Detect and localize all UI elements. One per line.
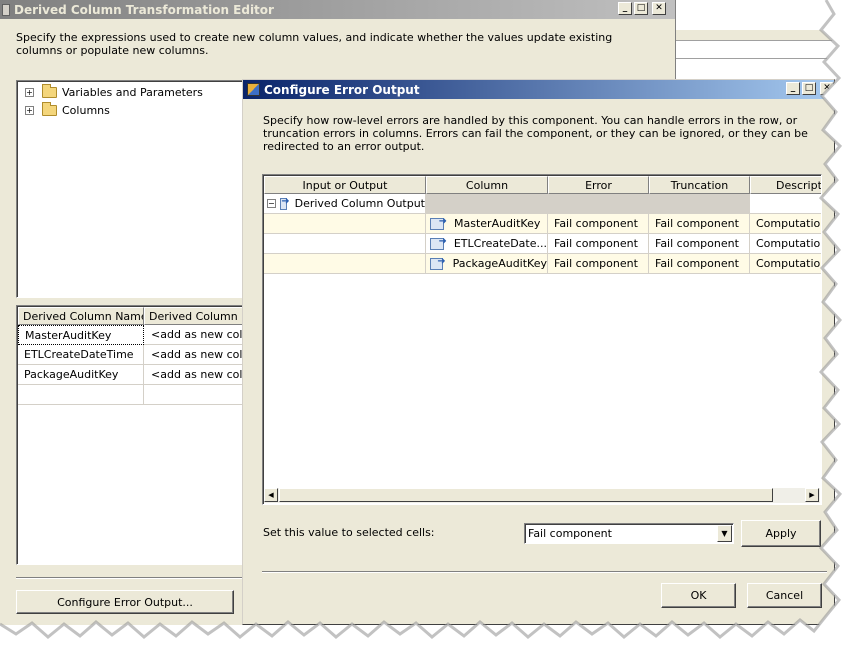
main-description: Specify the expressions used to create n… — [16, 31, 613, 57]
grid-row-name[interactable]: ETLCreateDateTime — [18, 345, 144, 365]
table-cell-description[interactable]: Computation — [750, 214, 821, 234]
tree-item-label: Variables and Parameters — [62, 86, 203, 99]
variables-columns-tree[interactable]: + Variables and Parameters + Columns — [16, 80, 256, 298]
set-value-selected: Fail component — [528, 527, 612, 540]
table-row-blank[interactable] — [264, 234, 426, 254]
app-icon — [2, 3, 10, 16]
expand-icon[interactable]: + — [25, 88, 34, 97]
output-row[interactable]: − Derived Column Output — [264, 194, 426, 214]
table-cell-column[interactable]: PackageAuditKey — [426, 254, 548, 274]
header-description[interactable]: Description — [750, 176, 821, 194]
column-name: PackageAuditKey — [452, 257, 547, 270]
column-icon — [430, 256, 445, 270]
folder-icon — [42, 102, 57, 116]
dialog-description: Specify how row-level errors are handled… — [263, 114, 808, 153]
output-row-fill — [750, 194, 821, 214]
column-icon — [430, 216, 447, 230]
grid-row-derived[interactable]: <add as new column> — [144, 345, 256, 365]
column-icon — [430, 236, 447, 250]
grid-row-name[interactable]: PackageAuditKey — [18, 365, 144, 385]
grid-header-derived[interactable]: Derived Column — [144, 307, 256, 325]
derived-column-grid[interactable]: Derived Column Name Derived Column Maste… — [16, 305, 256, 565]
collapse-icon[interactable]: − — [267, 199, 276, 208]
background-window-panel — [675, 0, 836, 75]
table-cell-description[interactable]: Computation — [750, 254, 821, 274]
cancel-button[interactable]: Cancel — [747, 583, 822, 608]
grid-row-empty[interactable] — [144, 385, 256, 405]
ok-button[interactable]: OK — [661, 583, 736, 608]
configure-error-output-dialog: Configure Error Output _ □ ✕ Specify how… — [242, 79, 835, 625]
header-error[interactable]: Error — [548, 176, 649, 194]
close-icon[interactable]: ✕ — [820, 82, 834, 95]
table-cell-error[interactable]: Fail component — [548, 254, 649, 274]
output-row-fill — [426, 194, 750, 214]
table-cell-column[interactable]: ETLCreateDate... — [426, 234, 548, 254]
header-column[interactable]: Column — [426, 176, 548, 194]
table-cell-column[interactable]: MasterAuditKey — [426, 214, 548, 234]
main-window-title: Derived Column Transformation Editor — [14, 2, 274, 17]
folder-icon — [42, 84, 57, 98]
set-value-dropdown[interactable]: Fail component ▼ — [524, 523, 734, 544]
scrollbar-thumb[interactable] — [279, 488, 773, 502]
table-cell-description[interactable]: Computation — [750, 234, 821, 254]
expand-icon[interactable]: + — [25, 106, 34, 115]
tree-item-variables[interactable]: + Variables and Parameters — [25, 84, 203, 99]
minimize-icon[interactable]: _ — [786, 82, 800, 95]
dialog-separator — [262, 571, 827, 573]
grid-row-name[interactable]: MasterAuditKey — [18, 325, 144, 345]
grid-row-empty[interactable] — [18, 385, 144, 405]
table-cell-error[interactable]: Fail component — [548, 234, 649, 254]
tree-item-label: Columns — [62, 104, 110, 117]
scroll-right-icon[interactable]: ▶ — [805, 488, 819, 502]
configure-error-output-button[interactable]: Configure Error Output... — [16, 590, 234, 614]
apply-button[interactable]: Apply — [741, 520, 821, 547]
header-input-or-output[interactable]: Input or Output — [264, 176, 426, 194]
output-name: Derived Column Output — [294, 197, 425, 210]
tree-item-columns[interactable]: + Columns — [25, 102, 110, 117]
header-truncation[interactable]: Truncation — [649, 176, 750, 194]
table-cell-error[interactable]: Fail component — [548, 214, 649, 234]
main-title-bar[interactable]: Derived Column Transformation Editor _ □… — [0, 0, 675, 19]
horizontal-scrollbar[interactable]: ◀ ▶ — [264, 488, 820, 503]
chevron-down-icon[interactable]: ▼ — [717, 525, 732, 542]
output-icon — [279, 196, 289, 210]
close-icon[interactable]: ✕ — [652, 2, 666, 15]
table-cell-truncation[interactable]: Fail component — [649, 234, 750, 254]
set-value-label: Set this value to selected cells: — [263, 526, 435, 539]
table-cell-truncation[interactable]: Fail component — [649, 254, 750, 274]
column-name: ETLCreateDate... — [453, 237, 547, 250]
minimize-icon[interactable]: _ — [618, 2, 632, 15]
error-output-grid[interactable]: Input or Output Column Error Truncation … — [262, 174, 822, 505]
grid-row-derived[interactable]: <add as new column> — [144, 325, 256, 345]
maximize-icon[interactable]: □ — [802, 82, 816, 95]
table-row-blank[interactable] — [264, 214, 426, 234]
column-name: MasterAuditKey — [454, 217, 541, 230]
dialog-title-bar[interactable]: Configure Error Output _ □ ✕ — [243, 80, 834, 99]
table-cell-truncation[interactable]: Fail component — [649, 214, 750, 234]
grid-header-name[interactable]: Derived Column Name — [18, 307, 144, 325]
table-row-blank[interactable] — [264, 254, 426, 274]
maximize-icon[interactable]: □ — [634, 2, 648, 15]
scroll-left-icon[interactable]: ◀ — [264, 488, 278, 502]
dialog-app-icon — [247, 83, 260, 96]
dialog-title: Configure Error Output — [264, 82, 420, 97]
grid-row-derived[interactable]: <add as new column> — [144, 365, 256, 385]
